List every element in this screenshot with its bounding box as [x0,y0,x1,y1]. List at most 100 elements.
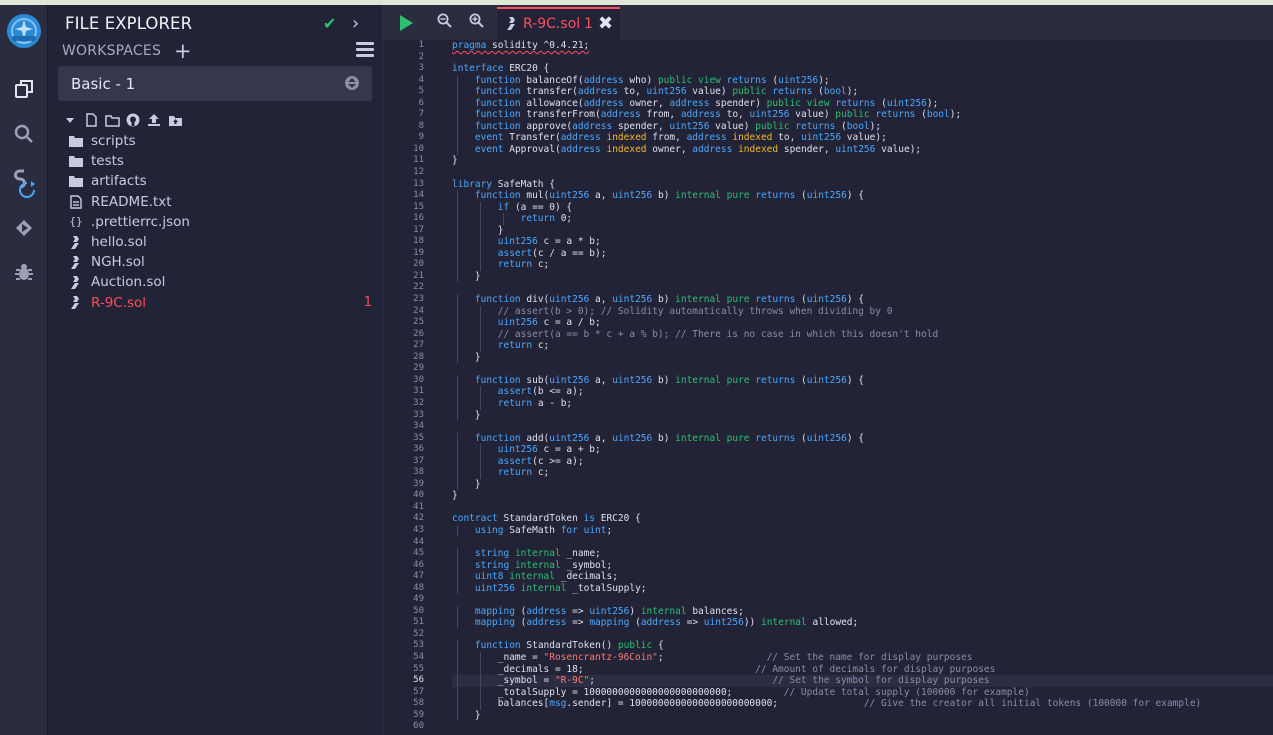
code-text: assert(c / a == b); [497,247,607,259]
line-number: 51 [413,617,424,628]
code-line: interface ERC20 { [452,63,1273,75]
line-number: 19 [413,247,424,258]
indent-guide [457,455,458,468]
code-text: uint256 c = a * b; [497,236,601,248]
code-line: } [452,409,1273,422]
code-area[interactable]: pragma solidity ^0.4.21; interface ERC20 … [452,40,1273,735]
indent-guide [457,236,458,248]
indent-guide [457,582,458,595]
file-readme[interactable]: README.txt [68,192,380,212]
line-number: 57 [413,686,424,697]
code-line: _totalSupply = 1000000000000000000000000… [452,686,1273,699]
file-ngh-sol[interactable]: NGH.sol [68,252,380,272]
line-number: 12 [413,167,424,178]
line-number: 43 [413,524,424,535]
indent-guide [457,374,458,387]
file-explorer-icon[interactable] [0,72,47,106]
folder-scripts[interactable]: scripts [68,131,380,151]
code-line: function allowance(address owner, addres… [452,97,1273,110]
code-line: assert(b <= a); [452,386,1273,398]
workspace-menu-icon[interactable] [356,42,374,57]
file-auction-sol[interactable]: Auction.sol [68,272,380,292]
publish-icon[interactable] [167,112,183,128]
indent-guide [457,340,458,352]
indent-guide [479,328,481,341]
indent-guide [479,651,481,664]
debugger-icon[interactable] [0,255,47,289]
indent-guide [479,201,481,214]
code-line: event Transfer(address indexed from, add… [452,132,1273,144]
folder-icon [68,175,84,188]
code-line: pragma solidity ^0.4.21; [452,40,1273,52]
code-text: uint256 c = a + b; [497,444,601,456]
code-text: mapping (address => mapping (address => … [474,617,859,629]
indent-guide [479,455,481,468]
collapse-icon[interactable] [62,112,78,128]
zoom-in-icon[interactable] [469,13,484,28]
indent-guide [457,432,458,445]
folder-icon [68,135,84,148]
tab-r9c-sol[interactable]: R-9C.sol 1 ✖ [497,7,620,40]
remix-logo-icon[interactable] [0,11,47,51]
line-number: 11 [413,155,424,166]
file-name: artifacts [91,173,147,190]
solidity-file-icon [68,255,84,269]
code-line: if (a == 0) { [452,201,1273,214]
code-text: function allowance(address owner, addres… [474,97,939,109]
code-line: return c; [452,340,1273,352]
search-icon[interactable] [0,117,47,151]
zoom-out-icon[interactable] [437,13,452,28]
chevron-right-icon[interactable]: › [352,13,359,34]
github-icon[interactable] [125,112,141,128]
code-text: function balanceOf(address who) public v… [474,74,830,86]
indent-guide [457,559,458,572]
indent-guide [479,247,481,260]
deploy-icon[interactable] [0,211,47,245]
code-text: } [452,224,504,236]
line-number: 46 [413,559,424,570]
code-line: string internal _symbol; [452,559,1273,572]
code-line: } [452,155,1273,167]
indent-guide [457,317,458,329]
line-number: 7 [418,109,424,120]
run-icon[interactable] [400,15,413,31]
json-file-icon: {} [69,215,83,229]
folder-artifacts[interactable]: artifacts [68,171,380,191]
code-text: function approve(address spender, uint25… [474,120,882,132]
line-number: 30 [413,374,424,385]
new-file-icon[interactable] [83,112,99,128]
indent-guide [457,351,458,364]
line-number: 8 [418,120,424,131]
indent-guide [457,259,458,271]
add-workspace-button[interactable]: + [174,39,192,63]
file-r9c-sol[interactable]: R-9C.sol 1 [68,293,380,313]
workspace-select[interactable]: Basic - 1 [58,66,372,101]
file-hello-sol[interactable]: hello.sol [68,232,380,252]
code-line: } [452,478,1273,491]
code-line: function StandardToken() public { [452,640,1273,652]
code-text: return c; [497,467,550,479]
indent-guide [457,397,458,410]
folder-tests[interactable]: tests [68,151,380,171]
code-text: uint256 internal _totalSupply; [474,582,647,594]
indent-guide [479,444,481,456]
close-icon[interactable]: ✖ [598,13,613,34]
file-name: Auction.sol [91,274,166,291]
indent-guide [457,109,458,121]
code-text: function transfer(address to, uint256 va… [474,86,859,98]
code-text: // assert(b > 0); // Solidity automatica… [497,305,893,317]
check-icon: ✔ [323,14,337,33]
indent-guide [457,548,458,560]
file-name: NGH.sol [91,254,145,271]
line-number: 32 [413,397,424,408]
compile-icon[interactable] [0,166,47,200]
indent-guide [457,675,458,687]
code-text: return c; [497,259,550,271]
file-prettierrc[interactable]: {} .prettierrc.json [68,212,380,232]
code-line: // assert(b > 0); // Solidity automatica… [452,305,1273,318]
line-number: 25 [413,317,424,328]
new-folder-icon[interactable] [104,112,120,128]
upload-icon[interactable] [146,112,162,128]
